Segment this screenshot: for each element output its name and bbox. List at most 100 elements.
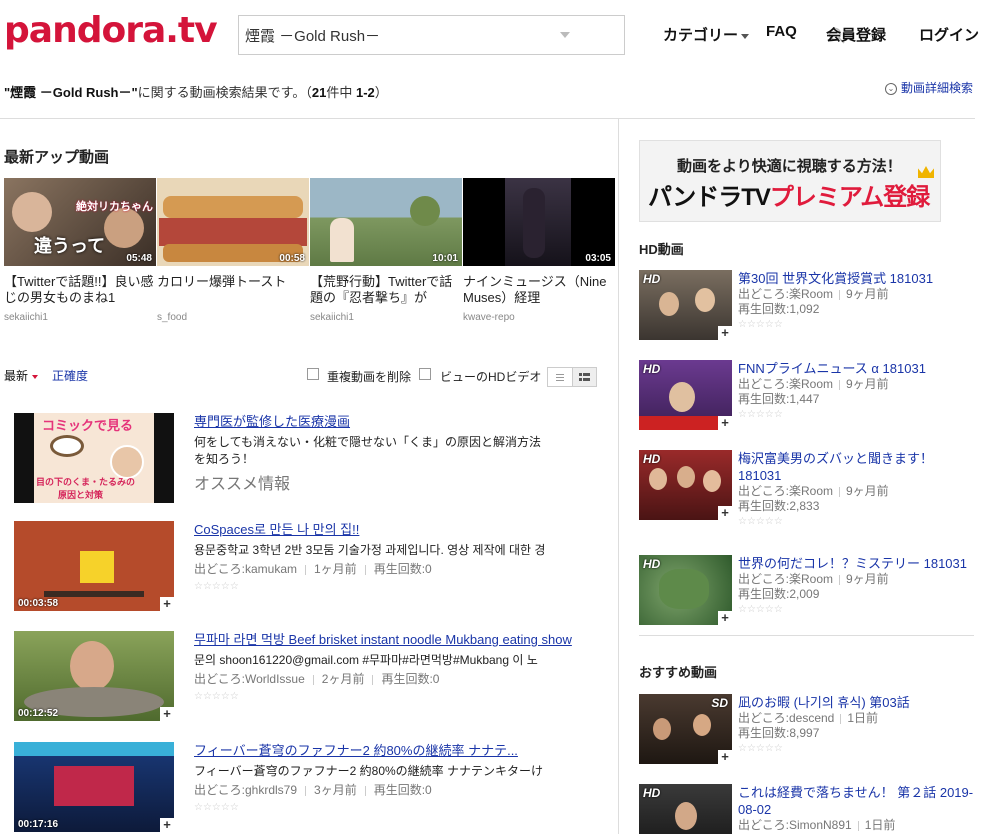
hd-only-label: ビューのHDビデオ [440, 370, 542, 384]
add-to-playlist-icon[interactable]: + [718, 506, 732, 520]
source-label[interactable]: 出どころ:楽Room [738, 484, 833, 498]
video-thumbnail[interactable]: 10:01 [310, 178, 462, 266]
sort-accuracy[interactable]: 正確度 [52, 367, 88, 384]
view-count: 再生回数:2,009 [738, 587, 820, 601]
uploader-name[interactable]: s_food [157, 312, 309, 323]
result-description: 문의 shoon161220@gmail.com #무파마#라면먹방#Mukba… [194, 653, 538, 667]
video-title[interactable]: 【Twitterで話題!!】良い感じの男女ものまね1 [4, 274, 156, 306]
list-view-button[interactable] [548, 368, 572, 386]
video-thumbnail[interactable]: SD + [639, 694, 732, 764]
add-to-playlist-icon[interactable]: + [718, 326, 732, 340]
result-description: フィーバー蒼穹のファフナー2 約80%の継続率 ナナテンキターけ [194, 764, 544, 778]
add-to-playlist-icon[interactable]: + [718, 416, 732, 430]
video-title-link[interactable]: これは経費で落ちません！ 第２話 2019-08-02 [738, 784, 974, 818]
person-shape [653, 718, 671, 740]
result-title-link[interactable]: CoSpaces로 만든 나 만의 집!! [194, 521, 589, 539]
video-thumbnail[interactable]: 00:12:52 + [14, 631, 174, 721]
thumb-caption: 絶対リカちゃん [76, 201, 153, 213]
video-title-link[interactable]: 梅沢富美男のズバッと聞きます！181031 [738, 450, 974, 484]
add-to-playlist-icon[interactable]: + [160, 597, 174, 611]
summary-text: に関する動画検索結果です。（ [137, 85, 312, 100]
latest-video-tile[interactable]: 絶対リカちゃん 違うって 05:48 【Twitterで話題!!】良い感じの男女… [4, 178, 156, 323]
uploader-name[interactable]: sekaiichi1 [4, 312, 156, 323]
add-to-playlist-icon[interactable]: + [718, 611, 732, 625]
source-label[interactable]: 出どころ:WorldIssue [194, 672, 305, 686]
video-title-link[interactable]: 第30回 世界文化賞授賞式 181031 [738, 270, 974, 287]
result-row[interactable]: 00:17:16 + フィーバー蒼穹のファフナー2 約80%の継続率 ナナテ..… [14, 742, 594, 834]
person-shape [12, 192, 52, 232]
video-thumbnail[interactable]: HD + [639, 270, 732, 340]
thumb-caption: 目の下のくま・たるみの [36, 477, 136, 487]
add-to-playlist-icon[interactable]: + [160, 818, 174, 832]
video-thumbnail[interactable]: 03:05 [463, 178, 615, 266]
video-thumbnail[interactable]: コミックで見る 目の下のくま・たるみの 原因と対策 [14, 413, 174, 503]
upload-age: 9ヶ月前 [845, 484, 889, 498]
result-row[interactable]: 00:03:58 + CoSpaces로 만든 나 만의 집!! 용문중학교 3… [14, 521, 594, 613]
video-thumbnail[interactable]: HD [639, 784, 732, 834]
result-row[interactable]: 00:12:52 + 무파마 라면 먹방 Beef brisket instan… [14, 631, 594, 723]
query-text: "煙霞 －Gold Rush－" [4, 85, 138, 100]
sort-latest[interactable]: 最新 [4, 367, 39, 384]
add-to-playlist-icon[interactable]: + [160, 707, 174, 721]
video-info: 第30回 世界文化賞授賞式 181031 出どころ:楽Room 9ヶ月前 再生回数… [738, 270, 974, 331]
advanced-search-link[interactable]: ⌄ 動画詳細検索 [884, 79, 973, 96]
result-title-link[interactable]: 専門医が監修した医療漫画 [194, 413, 589, 431]
video-thumbnail[interactable]: 00:17:16 + [14, 742, 174, 832]
nav-category[interactable]: カテゴリー [663, 24, 750, 45]
video-title-link[interactable]: 凪のお暇 (나기의 휴식) 第03話 [738, 694, 974, 711]
video-thumbnail[interactable]: 00:03:58 + [14, 521, 174, 611]
latest-video-tile[interactable]: 10:01 【荒野行動】Twitterで話題の『忍者撃ち』が sekaiichi… [310, 178, 462, 323]
premium-banner[interactable]: 動画をより快適に視聴する方法！ パンドラTVプレミアム登録 [639, 140, 941, 222]
video-thumbnail[interactable]: HD + [639, 555, 732, 625]
uploader-name[interactable]: kwave-repo [463, 312, 615, 323]
video-thumbnail[interactable]: 00:58 [157, 178, 309, 266]
upload-age: 1日前 [847, 711, 879, 725]
nav-faq[interactable]: FAQ [766, 23, 797, 40]
video-thumbnail[interactable]: HD + [639, 450, 732, 520]
grid-view-button[interactable] [572, 368, 596, 386]
nav-login[interactable]: ログイン [919, 24, 979, 45]
result-total: 21 [311, 85, 327, 100]
person-shape [70, 641, 114, 691]
cube-shape [80, 551, 114, 583]
result-title-link[interactable]: フィーバー蒼穹のファフナー2 約80%の継続率 ナナテ... [194, 742, 589, 760]
video-thumbnail[interactable]: HD + [639, 360, 732, 430]
search-dropdown-icon[interactable] [560, 32, 570, 38]
uploader-name[interactable]: sekaiichi1 [310, 312, 462, 323]
add-to-playlist-icon[interactable]: + [718, 750, 732, 764]
source-label[interactable]: 出どころ:楽Room [738, 287, 833, 301]
result-title-link[interactable]: 무파마 라면 먹방 Beef brisket instant noodle Mu… [194, 631, 589, 649]
video-info: FNNプライムニュース α 181031 出どころ:楽Room 9ヶ月前 再生回数… [738, 360, 974, 421]
nav-register[interactable]: 会員登録 [826, 24, 886, 45]
hd-only-checkbox[interactable] [419, 368, 431, 380]
source-label[interactable]: 出どころ:kamukam [194, 562, 297, 576]
source-label[interactable]: 出どころ:ghkrdls79 [194, 783, 297, 797]
video-meta: 出どころ:楽Room 9ヶ月前 [738, 484, 974, 499]
video-title[interactable]: 【荒野行動】Twitterで話題の『忍者撃ち』が [310, 274, 462, 306]
latest-video-tile[interactable]: 00:58 カロリー爆弾トースト s_food [157, 178, 309, 323]
source-label[interactable]: 出どころ:SimonN891 [738, 818, 852, 832]
video-title[interactable]: ナインミュージス（Nine Muses）経理 [463, 274, 615, 306]
grid-view-icon [579, 373, 590, 381]
video-title[interactable]: カロリー爆弾トースト [157, 274, 309, 306]
remove-duplicates-checkbox[interactable] [307, 368, 319, 380]
hd-badge: HD [643, 362, 661, 376]
source-label[interactable]: 出どころ:楽Room [738, 572, 833, 586]
video-title-link[interactable]: FNNプライムニュース α 181031 [738, 360, 974, 377]
rating-stars: ☆☆☆☆☆ [738, 743, 783, 754]
video-info: 梅沢富美男のズバッと聞きます！181031 出どころ:楽Room 9ヶ月前 再生回… [738, 450, 974, 528]
source-label[interactable]: 出どころ:descend [738, 711, 834, 725]
result-row[interactable]: コミックで見る 目の下のくま・たるみの 原因と対策 専門医が監修した医療漫画 何… [14, 413, 594, 505]
hd-badge: HD [643, 786, 661, 800]
video-info: 凪のお暇 (나기의 휴식) 第03話 出どころ:descend 1日前 再生回数:… [738, 694, 974, 755]
video-thumbnail[interactable]: 絶対リカちゃん 違うって 05:48 [4, 178, 156, 266]
chevron-circle-icon: ⌄ [884, 82, 897, 95]
latest-video-tile[interactable]: 03:05 ナインミュージス（Nine Muses）経理 kwave-repo [463, 178, 615, 323]
recommended-video-item[interactable]: HD これは経費で落ちません！ 第２話 2019-08-02 出どころ:Simo… [639, 784, 979, 834]
search-input[interactable] [245, 24, 545, 46]
video-title-link[interactable]: 世界の何だコレ！？ミステリー 181031 [738, 555, 974, 572]
result-description: 何をしても消えない・化粧で隠せない「くま」の原因と解消方法 [194, 435, 542, 449]
source-label[interactable]: 出どころ:楽Room [738, 377, 833, 391]
pandora-logo[interactable]: pandora.tv [4, 10, 218, 51]
person-shape [659, 292, 679, 316]
